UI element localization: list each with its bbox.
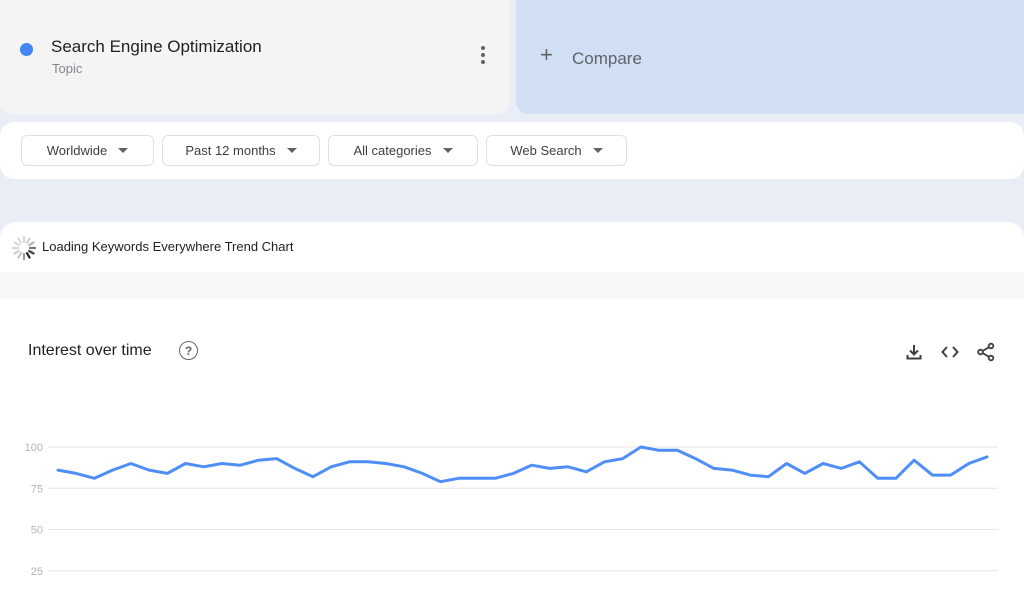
data-point[interactable]: [926, 469, 938, 481]
data-point[interactable]: [653, 444, 665, 456]
data-point[interactable]: [52, 464, 64, 476]
data-point[interactable]: [398, 461, 410, 473]
data-point[interactable]: [234, 459, 246, 471]
data-point[interactable]: [762, 471, 774, 483]
filter-bar: Worldwide Past 12 months All categories …: [0, 122, 1024, 179]
data-point[interactable]: [690, 453, 702, 465]
data-point[interactable]: [890, 472, 902, 484]
caret-down-icon: [118, 148, 129, 153]
data-point[interactable]: [799, 467, 811, 479]
data-point[interactable]: [216, 458, 228, 470]
data-point[interactable]: [252, 454, 264, 466]
data-point[interactable]: [70, 467, 82, 479]
search-term-card[interactable]: Search Engine Optimization Topic: [0, 0, 509, 114]
data-point[interactable]: [161, 467, 173, 479]
data-point[interactable]: [708, 462, 720, 474]
data-point[interactable]: [908, 454, 920, 466]
data-point[interactable]: [945, 469, 957, 481]
filter-category-label: All categories: [353, 143, 432, 158]
data-point[interactable]: [435, 476, 447, 488]
data-point[interactable]: [362, 456, 374, 468]
compare-label: Compare: [572, 49, 642, 68]
filter-time-range-label: Past 12 months: [185, 143, 276, 158]
more-vert-icon[interactable]: [476, 46, 490, 64]
data-point[interactable]: [507, 467, 519, 479]
filter-location[interactable]: Worldwide: [21, 135, 154, 166]
data-point[interactable]: [853, 456, 865, 468]
data-point[interactable]: [635, 441, 647, 453]
filter-location-label: Worldwide: [46, 143, 108, 158]
data-point[interactable]: [744, 469, 756, 481]
y-tick-label: 50: [31, 525, 43, 537]
data-point[interactable]: [489, 472, 501, 484]
data-point[interactable]: [963, 458, 975, 470]
caret-down-icon: [286, 148, 297, 153]
y-tick-label: 100: [25, 442, 43, 454]
data-point[interactable]: [143, 464, 155, 476]
data-point[interactable]: [981, 451, 993, 463]
data-point[interactable]: [781, 458, 793, 470]
data-point[interactable]: [125, 458, 137, 470]
data-point[interactable]: [107, 464, 119, 476]
data-point[interactable]: [453, 472, 465, 484]
search-terms-row: Search Engine Optimization Topic + Compa…: [0, 0, 1024, 114]
data-point[interactable]: [325, 461, 337, 473]
caret-down-icon: [442, 148, 453, 153]
data-point[interactable]: [198, 461, 210, 473]
data-point[interactable]: [835, 462, 847, 474]
compare-button[interactable]: + Compare: [516, 0, 1024, 114]
data-point[interactable]: [544, 462, 556, 474]
data-point[interactable]: [471, 472, 483, 484]
y-tick-label: 75: [31, 483, 43, 495]
data-point[interactable]: [289, 462, 301, 474]
interest-chart: 100 75 50 25: [25, 441, 998, 578]
keywords-everywhere-loading: Loading Keywords Everywhere Trend Chart: [0, 222, 1024, 272]
data-point[interactable]: [580, 466, 592, 478]
data-point[interactable]: [271, 453, 283, 465]
plus-icon: +: [540, 42, 553, 67]
data-point[interactable]: [562, 461, 574, 473]
data-point[interactable]: [380, 458, 392, 470]
data-point[interactable]: [671, 444, 683, 456]
spinner-icon: [11, 235, 37, 261]
data-point[interactable]: [416, 467, 428, 479]
data-point[interactable]: [598, 456, 610, 468]
data-point[interactable]: [180, 458, 192, 470]
caret-down-icon: [592, 148, 603, 153]
series-line: [56, 445, 989, 484]
term-color-dot: [20, 43, 33, 56]
data-point[interactable]: [526, 459, 538, 471]
filter-time-range[interactable]: Past 12 months: [162, 135, 320, 166]
data-point[interactable]: [343, 456, 355, 468]
data-point[interactable]: [307, 471, 319, 483]
loading-text: Loading Keywords Everywhere Trend Chart: [42, 239, 294, 254]
data-point[interactable]: [872, 472, 884, 484]
data-point[interactable]: [617, 453, 629, 465]
filter-search-type[interactable]: Web Search: [486, 135, 627, 166]
data-point[interactable]: [817, 458, 829, 470]
term-title: Search Engine Optimization: [51, 37, 262, 56]
interest-over-time-card: Interest over time ? 100 75 50 25: [0, 298, 1024, 597]
filter-search-type-label: Web Search: [510, 143, 582, 158]
data-point[interactable]: [726, 464, 738, 476]
data-point[interactable]: [88, 472, 100, 484]
term-type: Topic: [52, 61, 83, 76]
divider-strip: [0, 272, 1024, 298]
filter-category[interactable]: All categories: [328, 135, 478, 166]
y-tick-label: 25: [31, 566, 43, 578]
